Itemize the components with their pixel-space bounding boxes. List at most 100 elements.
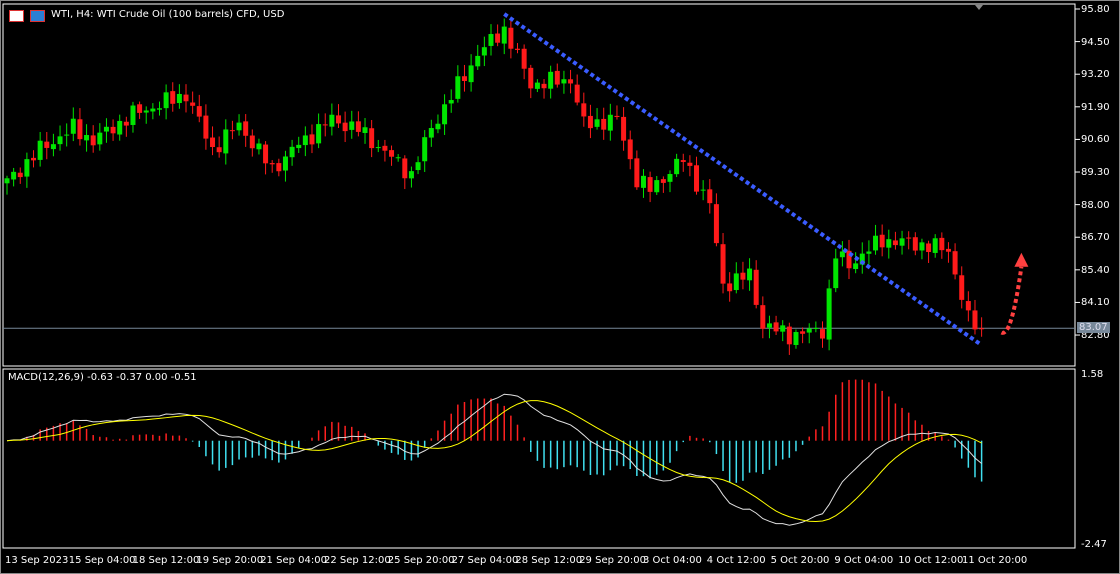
candle-body (707, 189, 713, 204)
candle-body (495, 33, 501, 43)
candle-body (435, 123, 441, 130)
candle-body (667, 174, 673, 182)
candle-body (236, 122, 242, 131)
candle-body (674, 158, 680, 175)
candle-body (548, 71, 554, 89)
time-axis-label: 11 Oct 20:00 (962, 555, 1028, 566)
macd-pane-border (2, 368, 1076, 549)
candle-body (455, 76, 461, 99)
candle-body (369, 128, 375, 149)
candle-body (402, 158, 408, 179)
candle-body (150, 108, 156, 112)
candle-body (800, 331, 806, 334)
candle-body (534, 82, 540, 89)
time-axis-label: 4 Oct 12:00 (706, 555, 766, 566)
candle-body (826, 288, 832, 340)
macd-axis-min: -2.47 (1081, 539, 1107, 550)
candle-body (110, 126, 116, 134)
candle-body (886, 239, 892, 248)
candle-body (660, 179, 666, 183)
price-axis-label: 84.10 (1081, 297, 1110, 309)
price-axis-label: 90.60 (1081, 134, 1110, 146)
time-axis-label: 21 Sep 04:00 (260, 555, 327, 566)
candle-body (143, 110, 149, 113)
candle-body (733, 273, 739, 291)
chart-icon[interactable] (30, 10, 45, 22)
trade-panel-icon[interactable] (9, 10, 24, 22)
candle-body (183, 94, 189, 102)
price-axis-label: 94.50 (1081, 36, 1110, 48)
price-axis-label: 91.90 (1081, 101, 1110, 113)
candle-body (44, 141, 50, 148)
price-chart[interactable] (0, 0, 1120, 574)
candle-body (17, 172, 23, 178)
candle-body (77, 119, 83, 140)
candle-body (50, 144, 56, 150)
candle-body (342, 122, 348, 132)
candle-body (475, 55, 481, 67)
candle-body (760, 305, 766, 329)
candle-body (945, 248, 951, 252)
candle-body (203, 115, 209, 139)
candle-body (296, 144, 302, 149)
candle-body (428, 128, 434, 138)
price-axis-label: 93.20 (1081, 69, 1110, 81)
candle-body (979, 328, 985, 330)
candle-body (176, 93, 182, 104)
candle-body (170, 91, 176, 104)
candle-body (375, 147, 381, 149)
candle-body (554, 70, 560, 85)
candle-body (249, 135, 255, 149)
candle-body (866, 251, 872, 254)
time-axis-label: 3 Oct 04:00 (643, 555, 702, 566)
trendline (503, 12, 983, 347)
candle-body (833, 258, 839, 289)
candle-body (568, 79, 574, 84)
candle-body (289, 146, 295, 158)
forecast-arrow (1000, 266, 1024, 335)
chart-title: WTI, H4: WTI Crude Oil (100 barrels) CFD… (51, 9, 285, 20)
current-price-label: 83.07 (1077, 322, 1110, 333)
candle-body (4, 178, 10, 184)
time-axis-label: 28 Sep 12:00 (515, 555, 583, 566)
time-axis-label: 15 Sep 04:00 (68, 555, 136, 566)
candle-body (382, 145, 388, 151)
candle-body (70, 118, 76, 134)
candle-body (163, 92, 169, 109)
time-axis-label: 22 Sep 12:00 (324, 555, 391, 566)
time-axis-label: 13 Sep 2023 (5, 555, 69, 566)
candle-body (395, 157, 401, 159)
candle-body (680, 160, 686, 162)
candle-body (926, 243, 932, 253)
candle-body (740, 272, 746, 280)
candle-body (700, 189, 706, 191)
candle-body (31, 157, 37, 161)
candle-body (780, 325, 786, 332)
candle-body (11, 171, 17, 180)
candle-body (282, 156, 288, 171)
candle-body (561, 79, 567, 84)
candle-body (276, 163, 282, 172)
price-axis-label: 89.30 (1081, 167, 1110, 178)
candle-body (621, 116, 627, 141)
candle-body (634, 158, 640, 188)
candle-body (256, 143, 262, 150)
price-axis-label: 88.00 (1081, 199, 1110, 211)
candle-body (515, 48, 521, 50)
candle-body (210, 137, 216, 148)
candle-body (839, 251, 845, 258)
candle-body (853, 263, 859, 270)
macd-label: MACD(12,26,9) -0.63 -0.37 0.00 -0.51 (8, 372, 197, 383)
candle-body (336, 115, 341, 124)
time-axis-label: 29 Sep 20:00 (579, 555, 646, 566)
candle-body (601, 118, 607, 130)
candle-body (521, 48, 527, 69)
candle-body (574, 84, 580, 103)
candle-body (362, 127, 368, 133)
candle-body (720, 244, 726, 284)
macd-axis-max: 1.58 (1081, 369, 1104, 380)
time-axis-label: 5 Oct 20:00 (770, 555, 830, 566)
time-axis-label: 10 Oct 12:00 (898, 555, 964, 566)
candle-body (581, 103, 587, 117)
candle-body (607, 114, 613, 131)
